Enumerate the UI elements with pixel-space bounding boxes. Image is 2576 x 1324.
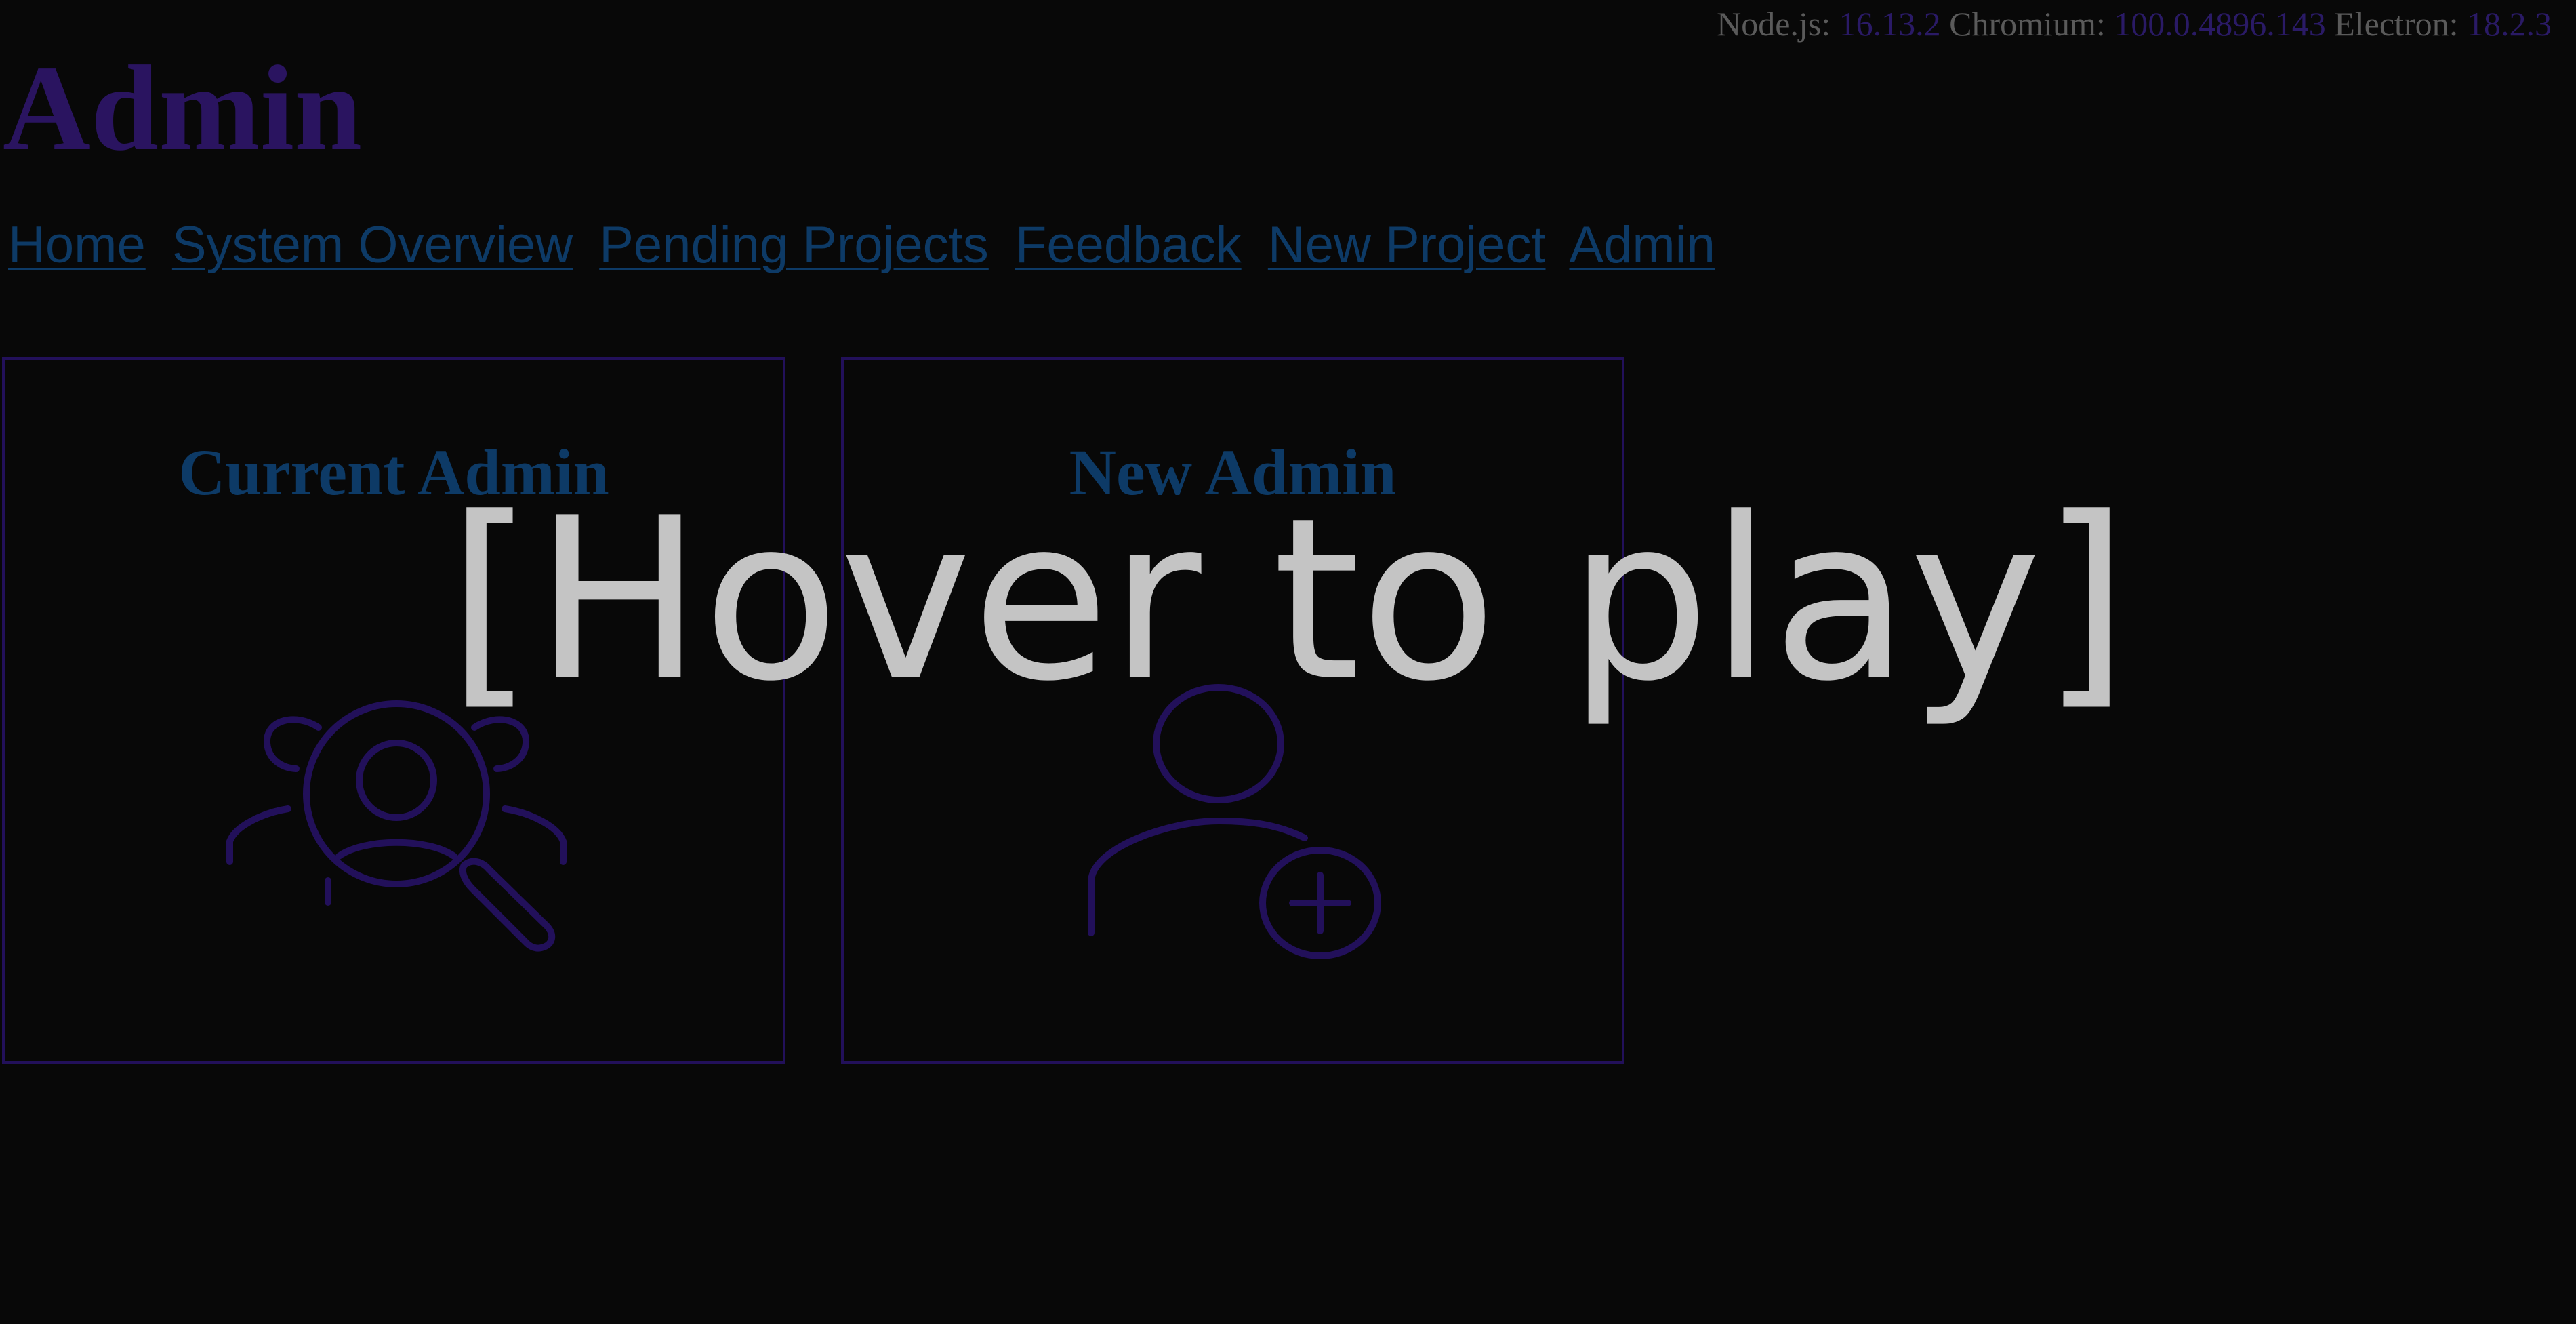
version-info: Node.js: 16.13.2 Chromium: 100.0.4896.14… — [1717, 4, 2552, 43]
electron-label: Electron: — [2334, 5, 2459, 43]
nav-link-new-project[interactable]: New Project — [1268, 216, 1546, 274]
nav-link-admin[interactable]: Admin — [1569, 216, 1715, 274]
nav-link-feedback[interactable]: Feedback — [1015, 216, 1242, 274]
hover-to-play-overlay[interactable]: [Hover to play] — [0, 488, 2576, 712]
nav-link-pending-projects[interactable]: Pending Projects — [599, 216, 989, 274]
electron-version: 18.2.3 — [2467, 5, 2552, 43]
page-title: Admin — [3, 41, 363, 176]
chromium-version: 100.0.4896.143 — [2114, 5, 2326, 43]
nav-link-home[interactable]: Home — [8, 216, 146, 274]
chromium-label: Chromium: — [1949, 5, 2106, 43]
node-version: 16.13.2 — [1839, 5, 1941, 43]
main-nav: Home System Overview Pending Projects Fe… — [8, 216, 1727, 275]
nav-link-system-overview[interactable]: System Overview — [172, 216, 573, 274]
node-label: Node.js: — [1717, 5, 1831, 43]
